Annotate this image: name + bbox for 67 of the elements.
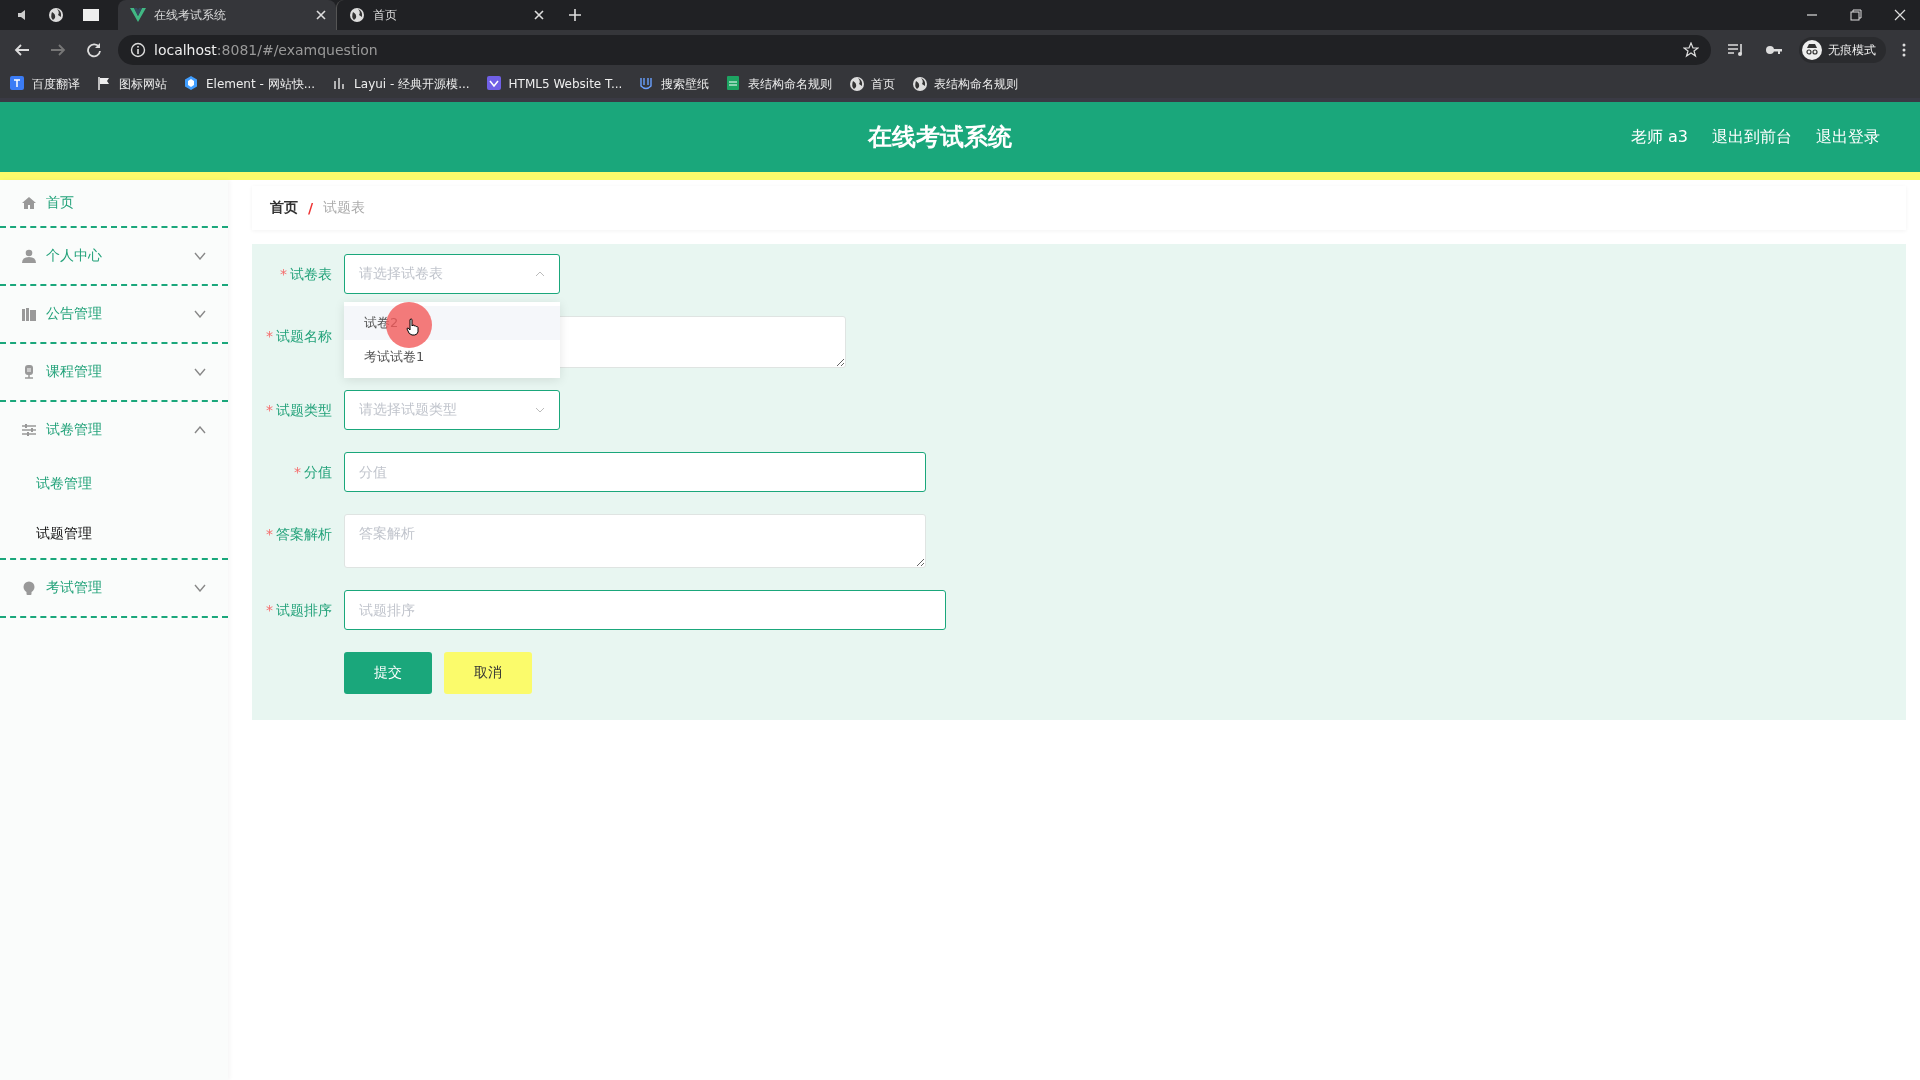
browser-tab[interactable]: 首页 bbox=[336, 0, 554, 30]
submenu-item[interactable]: 试题管理 bbox=[0, 508, 228, 558]
star-icon[interactable] bbox=[1683, 42, 1699, 58]
back-icon[interactable] bbox=[14, 42, 30, 58]
app-title: 在线考试系统 bbox=[868, 122, 1012, 153]
close-icon[interactable] bbox=[534, 10, 544, 20]
input-field[interactable]: 试题排序 bbox=[344, 590, 946, 630]
chevron-up-icon bbox=[194, 426, 206, 434]
user-name: 老师 a3 bbox=[1630, 126, 1688, 148]
info-icon bbox=[130, 42, 146, 58]
chevron-down-icon bbox=[194, 310, 206, 318]
field-label: * 试题名称 bbox=[265, 327, 333, 346]
breadcrumb-separator: / bbox=[308, 200, 314, 216]
bulb-icon bbox=[22, 581, 36, 595]
bookmark-item[interactable]: 首页 bbox=[849, 75, 896, 93]
cancel-button[interactable]: 取消 bbox=[444, 652, 532, 694]
field-label: * 分值 bbox=[293, 463, 333, 482]
browser-tab[interactable]: 在线考试系统 bbox=[118, 0, 336, 30]
microphone-icon bbox=[22, 365, 36, 379]
dropdown-option[interactable]: 考试试卷1 bbox=[344, 340, 560, 374]
bookmark-item[interactable]: HTML5 Website T... bbox=[486, 76, 623, 92]
window-icon[interactable] bbox=[82, 8, 100, 22]
home-icon bbox=[22, 196, 36, 210]
input-field[interactable]: 分值 bbox=[344, 452, 926, 492]
field-label: * 试卷表 bbox=[279, 265, 333, 284]
bookmark-item[interactable]: Element - 网站快... bbox=[184, 75, 316, 93]
plus-icon[interactable] bbox=[568, 8, 582, 22]
restore-icon[interactable] bbox=[1850, 9, 1862, 21]
forward-icon[interactable] bbox=[50, 42, 66, 58]
more-icon[interactable] bbox=[1902, 43, 1906, 57]
chevron-down-icon bbox=[194, 252, 206, 260]
square-logo-icon bbox=[486, 76, 503, 92]
key-icon[interactable] bbox=[1765, 44, 1783, 56]
field-label: * 试题类型 bbox=[265, 401, 333, 420]
bookmark-item[interactable]: 搜索壁纸 bbox=[639, 75, 710, 93]
field-label: * 答案解析 bbox=[265, 525, 333, 544]
bookmark-item[interactable]: 图标网站 bbox=[97, 75, 167, 93]
breadcrumb-item[interactable]: 首页 bbox=[270, 199, 298, 217]
globe-icon bbox=[349, 7, 365, 23]
playlist-icon[interactable] bbox=[1727, 42, 1745, 58]
chevron-down-icon bbox=[194, 584, 206, 592]
chevron-down-icon bbox=[194, 368, 206, 376]
reload-icon[interactable] bbox=[86, 42, 102, 58]
v-logo-icon bbox=[130, 8, 146, 22]
bookmark-item[interactable]: 百度翻译 bbox=[10, 75, 80, 93]
bookmark-item[interactable]: Layui - 经典开源模... bbox=[332, 75, 470, 93]
user-icon bbox=[22, 249, 36, 263]
translate-icon bbox=[10, 76, 26, 92]
globe-icon[interactable] bbox=[48, 7, 64, 23]
chevron-up-icon bbox=[535, 271, 545, 277]
text-area[interactable]: 答案解析 bbox=[344, 514, 926, 568]
chevron-down-icon bbox=[535, 407, 545, 413]
bookmark-item[interactable]: 表结构命名规则 bbox=[912, 75, 1019, 93]
books-icon bbox=[22, 307, 36, 321]
bookmark-item[interactable]: 表结构命名规则 bbox=[726, 75, 833, 93]
address-field[interactable]: localhost:8081/#/examquestion bbox=[118, 35, 1711, 65]
breadcrumb-item: 试题表 bbox=[323, 199, 366, 217]
hexagon-icon bbox=[184, 76, 200, 92]
profile-button[interactable]: 无痕模式 bbox=[1799, 37, 1886, 63]
field-label: * 试题排序 bbox=[265, 601, 333, 620]
url-text: localhost:8081/#/examquestion bbox=[154, 42, 379, 58]
sliders-icon bbox=[22, 423, 36, 437]
globe-icon bbox=[912, 76, 929, 92]
close-icon[interactable] bbox=[1894, 9, 1906, 21]
globe-icon bbox=[849, 76, 866, 92]
close-icon[interactable] bbox=[316, 10, 326, 20]
incognito-icon bbox=[1802, 40, 1822, 60]
